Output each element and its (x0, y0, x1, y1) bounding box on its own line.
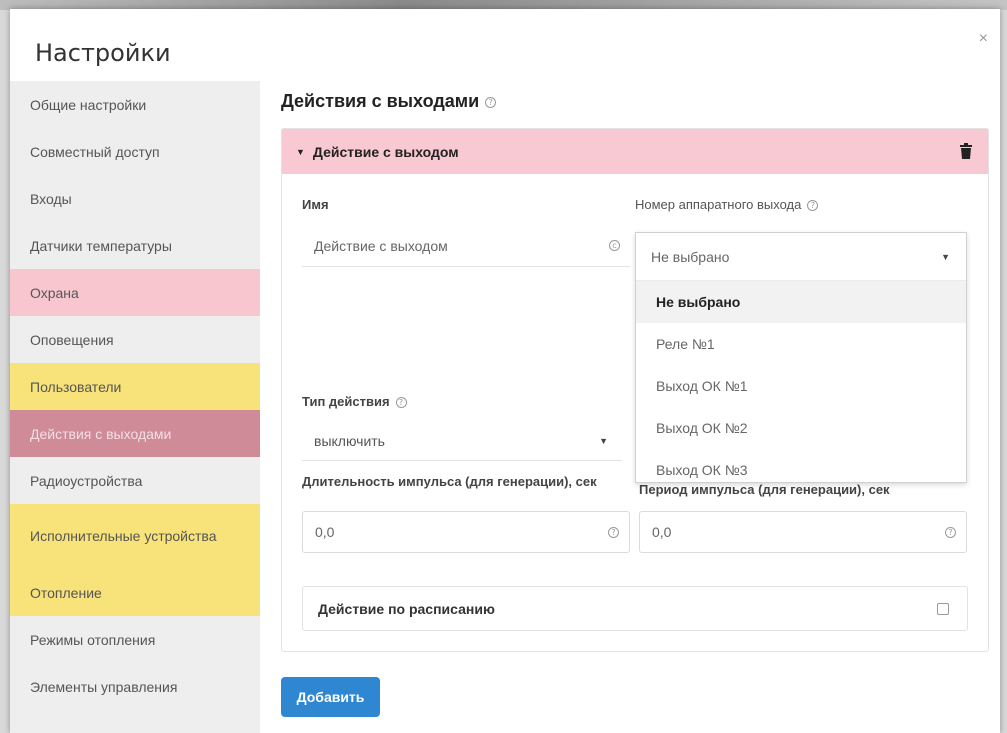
help-icon[interactable]: ? (395, 397, 407, 409)
schedule-checkbox[interactable] (937, 603, 949, 615)
dropdown-option[interactable]: Не выбрано (636, 281, 966, 323)
pulse-period-value: 0,0 (652, 524, 672, 540)
clear-icon[interactable]: c (609, 240, 620, 251)
sidebar: Общие настройки Совместный доступ Входы … (10, 81, 260, 733)
dropdown-option[interactable]: Выход ОК №2 (636, 407, 966, 449)
schedule-row[interactable]: Действие по расписанию (302, 586, 968, 631)
action-type-select[interactable]: выключить ▼ (302, 421, 622, 461)
caret-down-icon: ▼ (941, 251, 950, 262)
output-selected-value: Не выбрано (651, 248, 730, 265)
help-icon[interactable]: ? (945, 527, 956, 538)
sidebar-item-heating[interactable]: Отопление (10, 569, 260, 616)
sidebar-item-controls[interactable]: Элементы управления (10, 663, 260, 710)
panel-header-title: Действие с выходом (312, 143, 459, 160)
dropdown-option[interactable]: Выход ОК №3 (636, 449, 966, 491)
caret-down-icon[interactable]: ▼ (296, 147, 305, 157)
action-type-label-text: Тип действия (302, 394, 390, 409)
trash-icon[interactable] (960, 143, 972, 159)
pulse-duration-value: 0,0 (315, 524, 335, 540)
modal-title: Настройки (35, 39, 171, 67)
sidebar-item-radio-devices[interactable]: Радиоустройства (10, 457, 260, 504)
output-label: Номер аппаратного выхода? (635, 197, 819, 212)
output-action-panel: ▼ Действие с выходом Имя Действие с выхо… (281, 128, 989, 652)
help-icon[interactable]: ? (807, 200, 819, 212)
sidebar-item-sharing[interactable]: Совместный доступ (10, 128, 260, 175)
section-title-text: Действия с выходами (281, 91, 480, 111)
sidebar-item-users[interactable]: Пользователи (10, 363, 260, 410)
output-dropdown[interactable]: Не выбрано ▼ Не выбрано Реле №1 Выход ОК… (635, 232, 967, 483)
name-label: Имя (302, 197, 329, 212)
schedule-label: Действие по расписанию (318, 600, 495, 617)
name-value: Действие с выходом (314, 237, 448, 254)
settings-modal: Настройки × Общие настройки Совместный д… (10, 9, 1000, 733)
action-type-value: выключить (314, 432, 385, 449)
action-type-label: Тип действия? (302, 394, 407, 409)
section-title: Действия с выходами? (281, 91, 497, 112)
add-button[interactable]: Добавить (281, 677, 380, 717)
help-icon[interactable]: ? (485, 96, 497, 108)
sidebar-item-output-actions[interactable]: Действия с выходами (10, 410, 260, 457)
sidebar-item-notifications[interactable]: Оповещения (10, 316, 260, 363)
pulse-period-field[interactable]: 0,0 ? (639, 511, 967, 553)
output-label-text: Номер аппаратного выхода (635, 197, 802, 212)
output-select[interactable]: Не выбрано ▼ (636, 233, 966, 281)
sidebar-item-security[interactable]: Охрана (10, 269, 260, 316)
close-icon[interactable]: × (979, 31, 988, 47)
sidebar-item-temperature-sensors[interactable]: Датчики температуры (10, 222, 260, 269)
name-field[interactable]: Действие с выходом c (302, 225, 630, 267)
dropdown-option[interactable]: Реле №1 (636, 323, 966, 365)
sidebar-item-general[interactable]: Общие настройки (10, 81, 260, 128)
help-icon[interactable]: ? (608, 527, 619, 538)
pulse-duration-label: Длительность импульса (для генерации), с… (302, 474, 597, 489)
dropdown-option[interactable]: Выход ОК №1 (636, 365, 966, 407)
caret-down-icon: ▼ (599, 435, 608, 446)
sidebar-item-actuators[interactable]: Исполнительные устройства (10, 504, 260, 569)
sidebar-item-inputs[interactable]: Входы (10, 175, 260, 222)
sidebar-item-heating-modes[interactable]: Режимы отопления (10, 616, 260, 663)
panel-header[interactable]: ▼ Действие с выходом (282, 129, 988, 174)
pulse-duration-field[interactable]: 0,0 ? (302, 511, 630, 553)
